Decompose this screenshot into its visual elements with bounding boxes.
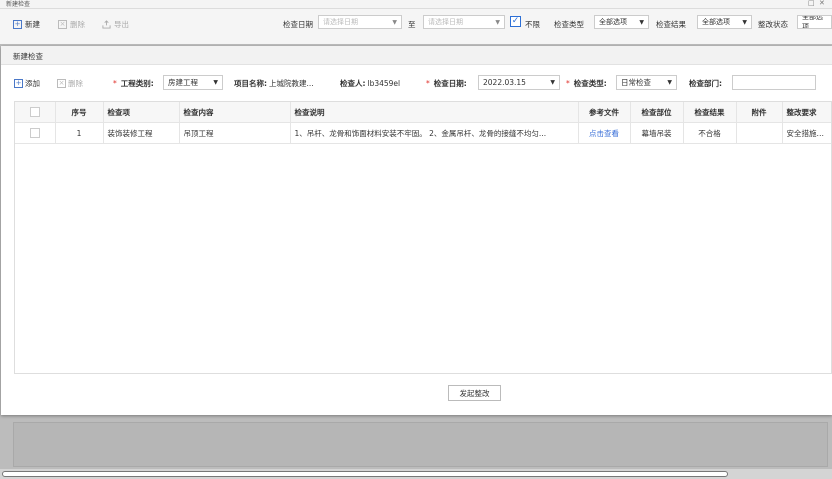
col-header-description: 检查说明 [290,102,579,123]
caret-down-icon: ▼ [550,79,555,86]
caret-down-icon: ▼ [742,18,747,26]
view-ref-file-link[interactable]: 点击查看 [578,122,631,144]
select-all-cell[interactable] [15,102,56,123]
project-name-label: 项目名称: [234,79,267,88]
plus-square-icon: + [13,20,22,29]
delete-label: 删除 [70,20,85,29]
caret-down-icon: ▼ [667,79,672,86]
modal-title: 新建检查 [13,52,43,61]
select-all-checkbox[interactable] [29,107,40,117]
date-to-select[interactable]: 请选择日期 ▼ [423,15,505,29]
export-label: 导出 [114,20,129,29]
col-header-ref-file: 参考文件 [578,102,631,123]
col-header-content: 检查内容 [179,102,291,123]
modal-check-type-value: 日常检查 [621,78,651,87]
cell-requirement: 安全措施未到位 [782,122,831,144]
modal-header: 新建检查 [1,46,832,65]
cell-content: 吊顶工程 [179,122,291,144]
add-label: 添加 [25,79,40,88]
no-limit-checkbox[interactable]: ✓ [510,16,521,27]
check-result-select[interactable]: 全部选项 ▼ [697,15,752,29]
modal-check-type-label: 检查类型: [573,79,607,88]
check-date-value: 2022.03.15 [483,78,526,87]
close-icon[interactable]: ✕ [819,0,825,7]
project-name-group: 项目名称: 上城院教建... [234,78,314,89]
start-rectification-button[interactable]: 发起整改 [448,385,501,401]
rectify-status-select[interactable]: 全部选项 [797,15,832,29]
project-category-label-group: * 工程类别: [113,78,154,89]
col-header-index: 序号 [55,102,104,123]
cell-index: 1 [55,122,104,144]
plus-square-icon: + [14,79,23,88]
project-category-select[interactable]: 房建工程 ▼ [163,75,223,90]
project-category-value: 房建工程 [168,78,198,87]
minimize-icon[interactable]: □ [808,0,815,7]
check-icon: ✓ [511,16,520,26]
check-type-select[interactable]: 全部选项 ▼ [594,15,649,29]
inspector-group: 检查人: lb3459el [340,78,400,89]
col-header-attachment: 附件 [736,102,783,123]
no-limit-label: 不限 [525,20,540,29]
check-date-label: 检查日期 [283,20,313,29]
check-dept-label: 检查部门: [689,79,722,88]
inspection-table: 序号 检查项 检查内容 检查说明 参考文件 检查部位 检查结果 附件 整改要求 … [14,101,832,374]
col-header-item: 检查项 [103,102,180,123]
window-title: 新建检查 [6,1,31,8]
rectify-status-value: 全部选项 [802,15,823,29]
modal-delete-label: 删除 [68,79,83,88]
date-from-select[interactable]: 请选择日期 ▼ [318,15,402,29]
check-result-value: 全部选项 [702,18,730,26]
check-type-label: 检查类型 [554,20,584,29]
rectify-status-label: 整改状态 [758,20,788,29]
check-date-select[interactable]: 2022.03.15 ▼ [478,75,560,90]
new-button[interactable]: + 新建 [13,19,40,30]
horizontal-scrollbar-thumb[interactable] [2,471,728,477]
caret-down-icon: ▼ [639,18,644,26]
row-select-cell[interactable] [15,122,56,144]
check-type-label-group: * 检查类型: [566,78,607,89]
cell-attachment[interactable] [736,122,783,144]
cell-result: 不合格 [683,122,737,144]
export-icon [102,20,111,29]
col-header-requirement: 整改要求 [782,102,831,123]
check-result-label: 检查结果 [656,20,686,29]
inspector-label: 检查人: [340,79,366,88]
caret-down-icon: ▼ [392,18,397,26]
modal-delete-button[interactable]: × 删除 [57,78,83,89]
add-button[interactable]: + 添加 [14,78,40,89]
required-mark: * [113,79,117,88]
date-from-placeholder: 请选择日期 [323,18,358,26]
x-square-icon: × [58,20,67,29]
check-dept-input[interactable] [732,75,816,90]
date-to-placeholder: 请选择日期 [428,18,463,26]
required-mark: * [426,79,430,88]
check-date-label-group: * 检查日期: [426,78,467,89]
cell-location: 幕墙吊装 [630,122,684,144]
modal-toolbar: + 添加 × 删除 * 工程类别: 房建工程 ▼ 项目名称: 上城院教建... … [1,70,832,96]
caret-down-icon: ▼ [213,79,218,86]
background-table-area [13,422,828,467]
x-square-icon: × [57,79,66,88]
caret-down-icon: ▼ [495,18,500,26]
required-mark: * [566,79,570,88]
to-label: 至 [408,20,416,29]
table-row[interactable]: 1 装饰装修工程 吊顶工程 1、吊杆、龙骨和饰面材料安装不牢固。 2、金属吊杆、… [15,122,831,144]
cell-description: 1、吊杆、龙骨和饰面材料安装不牢固。 2、金属吊杆、龙骨的接缝不均匀... [290,122,579,144]
modal-check-type-select[interactable]: 日常检查 ▼ [616,75,677,90]
cell-item: 装饰装修工程 [103,122,180,144]
inspector-value: lb3459el [367,79,401,88]
new-label: 新建 [25,20,40,29]
row-checkbox[interactable] [29,128,40,138]
col-header-result: 检查结果 [683,102,737,123]
project-category-label: 工程类别: [120,79,154,88]
project-name-value: 上城院教建... [269,79,314,88]
delete-button[interactable]: × 删除 [58,19,85,30]
table-header-row: 序号 检查项 检查内容 检查说明 参考文件 检查部位 检查结果 附件 整改要求 [15,102,831,123]
window-titlebar: 新建检查 □ ✕ [0,0,832,9]
modal-check-date-label: 检查日期: [433,79,467,88]
export-button[interactable]: 导出 [102,19,129,30]
check-type-value: 全部选项 [599,18,627,26]
new-check-modal: 新建检查 + 添加 × 删除 * 工程类别: 房建工程 ▼ 项目名称: 上城院教… [1,46,832,415]
col-header-location: 检查部位 [630,102,684,123]
